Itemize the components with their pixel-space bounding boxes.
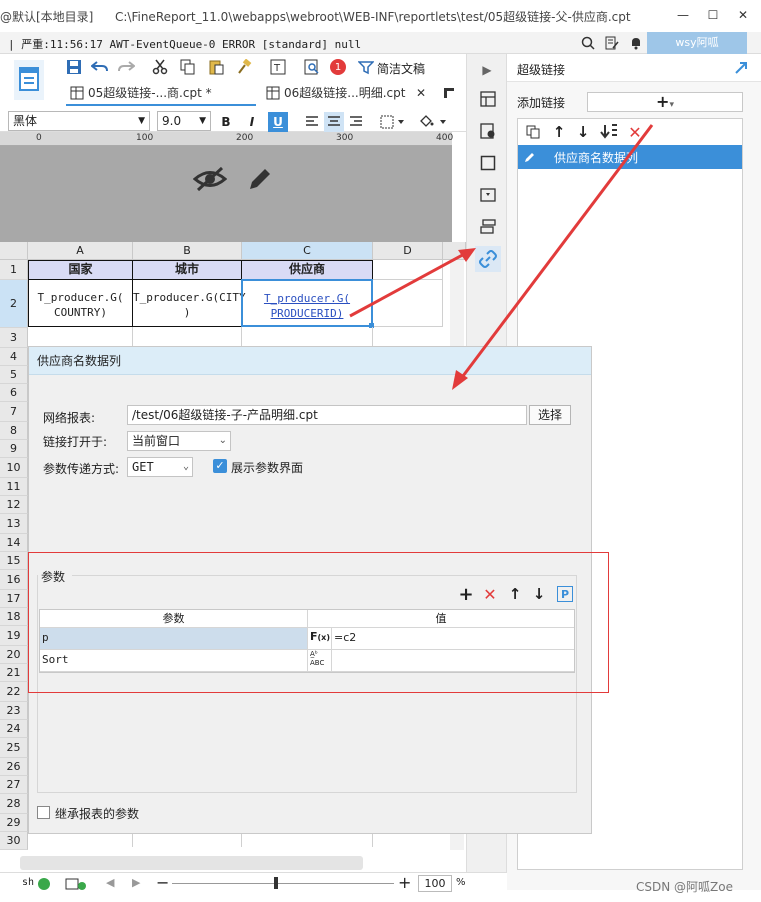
add-poly-sheet-icon[interactable] [64,876,88,892]
zoom-input[interactable]: 100 [418,875,452,892]
zoom-percent: % [456,877,466,888]
zoom-slider[interactable] [172,883,394,884]
add-sheet-icon[interactable] [38,878,50,890]
watermark: CSDN @阿呱Zoe [636,880,733,894]
sheet-tab[interactable]: sh [22,877,34,888]
prev-sheet-icon[interactable]: ◀ [106,876,114,889]
annotation-arrows [349,124,654,390]
next-sheet-icon[interactable]: ▶ [132,876,140,889]
status-bar: sh ◀ ▶ − + 100 % [0,872,507,894]
zoom-in-icon[interactable]: + [398,873,411,892]
zoom-slider-thumb[interactable] [274,877,278,889]
zoom-out-icon[interactable]: − [156,873,169,892]
